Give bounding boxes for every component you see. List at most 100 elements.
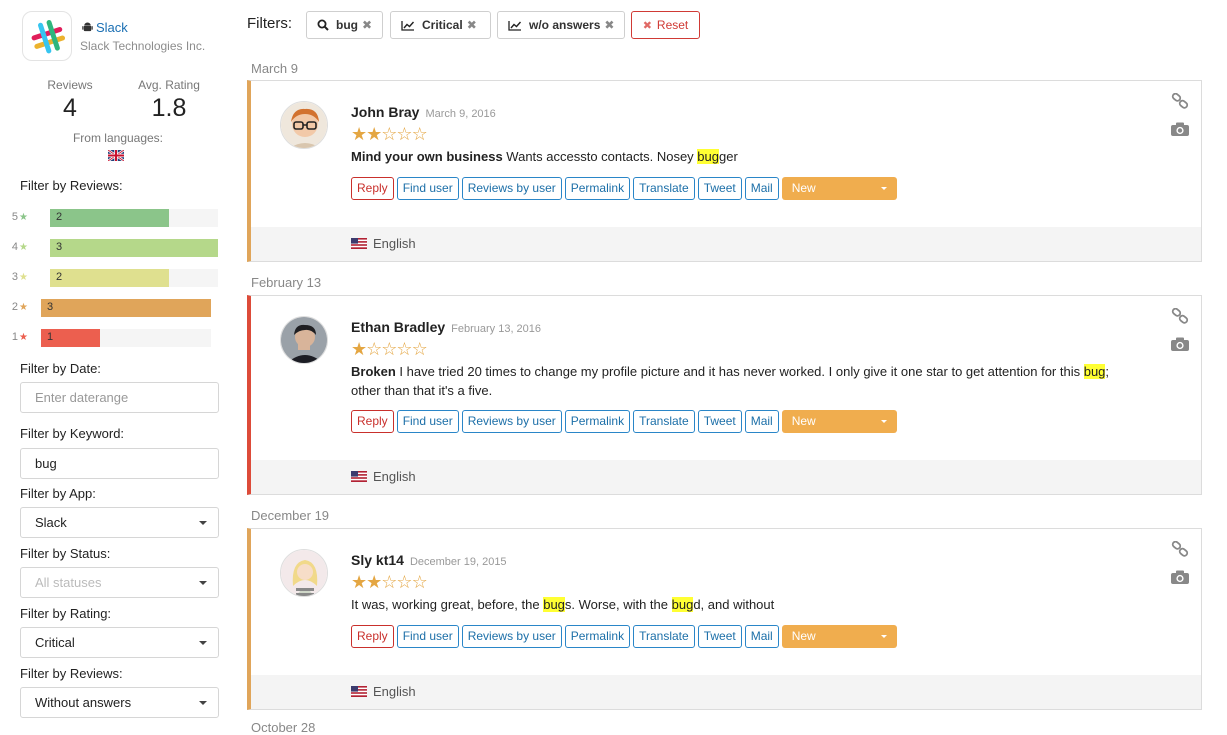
review-title: Broken [351, 364, 396, 379]
mail-button[interactable]: Mail [744, 625, 779, 648]
tweet-button[interactable]: Tweet [697, 625, 742, 648]
keyword-highlight: bug [1083, 364, 1106, 379]
filter-date-label: Filter by Date: [20, 361, 101, 376]
find-user-button[interactable]: Find user [396, 410, 459, 433]
star-filled-icon: ★ [366, 572, 382, 592]
user-avatar[interactable] [280, 316, 328, 364]
review-text-segment: s. Worse, with the [564, 597, 672, 612]
user-avatar[interactable] [280, 549, 328, 597]
permalink-button[interactable]: Permalink [564, 410, 631, 433]
rating-stat-label: Avg. Rating [138, 78, 200, 92]
daterange-input[interactable]: Enter daterange [20, 382, 219, 413]
rating-bar-track: 2 [50, 269, 218, 287]
link-icon[interactable] [1171, 541, 1189, 557]
find-user-button[interactable]: Find user [396, 625, 459, 648]
filter-reviews-label: Filter by Reviews: [20, 178, 123, 193]
mail-button[interactable]: Mail [744, 410, 779, 433]
slack-app-icon[interactable] [22, 11, 72, 61]
caret-down-icon [880, 635, 887, 638]
reply-button[interactable]: Reply [351, 625, 394, 648]
star-empty-icon: ☆ [366, 339, 382, 359]
translate-button[interactable]: Translate [633, 410, 695, 433]
close-icon: ✖ [642, 20, 652, 32]
caret-down-icon [199, 701, 207, 705]
review-status-select[interactable]: New [781, 625, 897, 648]
user-avatar[interactable] [280, 101, 328, 149]
app-name-link[interactable]: Slack [82, 20, 128, 35]
caret-down-icon [199, 521, 207, 525]
rating-bar-1-star[interactable]: 1★ 1 [0, 329, 236, 347]
permalink-button[interactable]: Permalink [564, 177, 631, 200]
find-user-button[interactable]: Find user [396, 177, 459, 200]
filter-app-label: Filter by App: [20, 486, 96, 501]
review-text: Broken I have tried 20 times to change m… [351, 362, 1111, 400]
star-empty-icon: ☆ [381, 339, 397, 359]
reviews-by-user-button[interactable]: Reviews by user [461, 177, 562, 200]
filter-chip-rating[interactable]: Critical ✖ [390, 11, 491, 39]
rating-bar-2-star[interactable]: 2★ 3 [0, 299, 236, 317]
reviews-by-user-button[interactable]: Reviews by user [461, 625, 562, 648]
mail-button[interactable]: Mail [744, 177, 779, 200]
review-footer: English [251, 460, 1201, 494]
status-select-value: All statuses [35, 575, 102, 590]
star-empty-icon: ☆ [411, 572, 428, 592]
rating-bar-5-star[interactable]: 5★ 2 [0, 209, 236, 227]
review-card: John Bray March 9, 2016 ★★☆☆☆ Mind your own… [247, 80, 1202, 262]
remove-filter-icon[interactable]: ✖ [604, 18, 614, 32]
review-author: John Bray March 9, 2016 [351, 104, 496, 120]
rating-bar-fill [41, 299, 211, 317]
reply-button[interactable]: Reply [351, 177, 394, 200]
link-icon[interactable] [1171, 308, 1189, 324]
status-select[interactable]: All statuses [20, 567, 219, 598]
tweet-button[interactable]: Tweet [697, 410, 742, 433]
author-name: Sly kt14 [351, 552, 404, 568]
rating-bar-3-star[interactable]: 3★ 2 [0, 269, 236, 287]
permalink-button[interactable]: Permalink [564, 625, 631, 648]
reply-button[interactable]: Reply [351, 410, 394, 433]
star-empty-icon: ☆ [411, 339, 428, 359]
rating-bar-stars-value: 4 [11, 241, 19, 253]
rating-select[interactable]: Critical [20, 627, 219, 658]
remove-filter-icon[interactable]: ✖ [467, 18, 477, 32]
reviews-stat-value: 4 [63, 94, 77, 122]
camera-icon[interactable] [1170, 121, 1190, 137]
rating-bar-track: 1 [41, 329, 211, 347]
rating-bar-4-star[interactable]: 4★ 3 [0, 239, 236, 257]
camera-icon[interactable] [1170, 569, 1190, 585]
rating-bar-track: 2 [50, 209, 218, 227]
filter-chip-rating-label: Critical [422, 18, 463, 32]
review-actions: Reply Find user Reviews by user Permalink Tr… [351, 410, 897, 434]
review-actions: Reply Find user Reviews by user Permalink Tr… [351, 177, 897, 201]
star-icon: ★ [19, 242, 28, 253]
camera-icon[interactable] [1170, 336, 1190, 352]
review-actions: Reply Find user Reviews by user Permalink Tr… [351, 625, 897, 649]
star-filled-icon: ★ [366, 124, 382, 144]
keyword-input[interactable]: bug [20, 448, 219, 479]
star-icon: ★ [19, 212, 28, 223]
answers-select[interactable]: Without answers [20, 687, 219, 718]
reset-button[interactable]: ✖ Reset [631, 11, 700, 39]
review-text-segment: d, and without [693, 597, 775, 612]
translate-button[interactable]: Translate [633, 625, 695, 648]
link-icon[interactable] [1171, 93, 1189, 109]
author-name: John Bray [351, 104, 420, 120]
date-group-header: October 28 [251, 720, 316, 735]
filter-chip-keyword[interactable]: bug ✖ [306, 11, 383, 39]
translate-button[interactable]: Translate [633, 177, 695, 200]
reviews-stat: Reviews 4 [20, 78, 120, 123]
review-status-select[interactable]: New [781, 177, 897, 200]
app-select[interactable]: Slack [20, 507, 219, 538]
review-date: February 13, 2016 [451, 323, 542, 335]
review-status-select[interactable]: New [781, 410, 897, 433]
review-footer: English [251, 675, 1201, 709]
sidebar: Slack Slack Technologies Inc. Reviews 4 … [0, 0, 236, 735]
rating-bar-stars-value: 5 [11, 211, 19, 223]
remove-filter-icon[interactable]: ✖ [362, 18, 372, 32]
tweet-button[interactable]: Tweet [697, 177, 742, 200]
star-empty-icon: ☆ [396, 339, 412, 359]
filter-chip-answers[interactable]: w/o answers ✖ [497, 11, 625, 39]
app-company: Slack Technologies Inc. [80, 39, 206, 53]
review-author: Ethan Bradley February 13, 2016 [351, 319, 541, 335]
reviews-by-user-button[interactable]: Reviews by user [461, 410, 562, 433]
date-group-header: February 13 [251, 275, 322, 290]
